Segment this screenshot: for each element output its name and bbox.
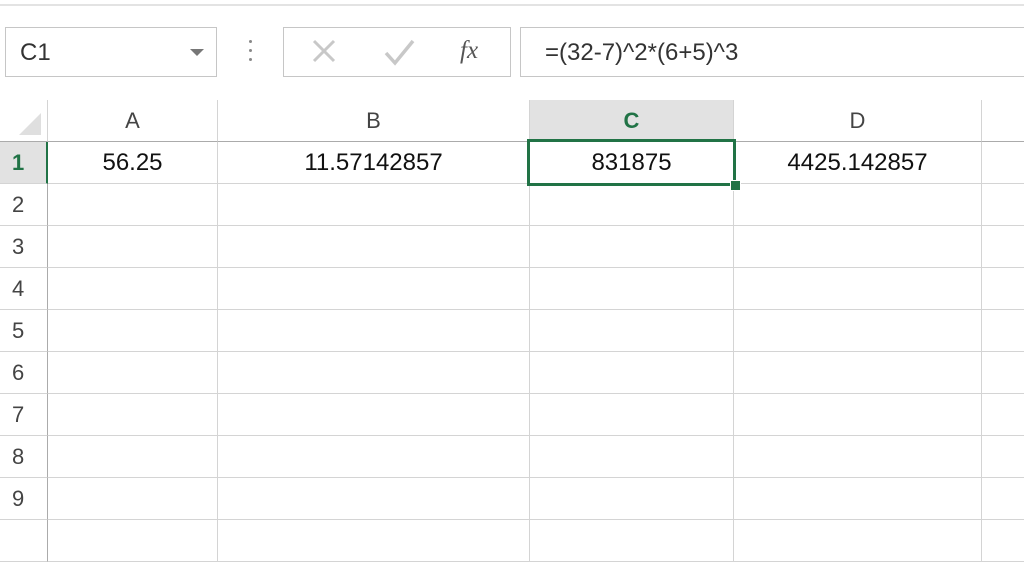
cell-b5[interactable]	[218, 310, 530, 352]
formula-bar-buttons: fx	[283, 27, 511, 77]
cell-c4[interactable]	[530, 268, 734, 310]
cell-b6[interactable]	[218, 352, 530, 394]
cell-e10[interactable]	[982, 520, 1024, 562]
cell-e6[interactable]	[982, 352, 1024, 394]
cell-c6[interactable]	[530, 352, 734, 394]
cell-b9[interactable]	[218, 478, 530, 520]
insert-function-icon[interactable]: fx	[460, 37, 478, 65]
row-header-3[interactable]: 3	[0, 226, 48, 268]
cell-b1[interactable]: 11.57142857	[218, 142, 530, 184]
name-box-value: C1	[20, 39, 51, 66]
cell-c5[interactable]	[530, 310, 734, 352]
cell-e1[interactable]	[982, 142, 1024, 184]
cell-b10[interactable]	[218, 520, 530, 562]
cell-d8[interactable]	[734, 436, 982, 478]
column-header-d[interactable]: D	[734, 100, 982, 142]
cell-e5[interactable]	[982, 310, 1024, 352]
chevron-down-icon[interactable]	[190, 49, 204, 56]
cell-a5[interactable]	[48, 310, 218, 352]
cell-d5[interactable]	[734, 310, 982, 352]
row-header-10[interactable]	[0, 520, 48, 562]
cell-a8[interactable]	[48, 436, 218, 478]
column-header-e[interactable]	[982, 100, 1024, 142]
row-header-1[interactable]: 1	[0, 142, 48, 184]
cell-e7[interactable]	[982, 394, 1024, 436]
cell-d2[interactable]	[734, 184, 982, 226]
select-all-button[interactable]	[0, 100, 48, 142]
cell-d9[interactable]	[734, 478, 982, 520]
cell-a4[interactable]	[48, 268, 218, 310]
column-header-a[interactable]: A	[48, 100, 218, 142]
column-header-c[interactable]: C	[530, 100, 734, 142]
formula-bar-resize-handle[interactable]	[244, 40, 256, 66]
cell-b4[interactable]	[218, 268, 530, 310]
cancel-icon[interactable]	[309, 36, 339, 66]
cell-e9[interactable]	[982, 478, 1024, 520]
worksheet-grid: A B C D 1 2 3 4 5 6 7 8 9 56.25 11.57142…	[0, 100, 1024, 562]
cell-d6[interactable]	[734, 352, 982, 394]
cell-e8[interactable]	[982, 436, 1024, 478]
row-header-9[interactable]: 9	[0, 478, 48, 520]
cell-d4[interactable]	[734, 268, 982, 310]
cell-a2[interactable]	[48, 184, 218, 226]
formula-input[interactable]: =(32-7)^2*(6+5)^3	[520, 27, 1024, 77]
cell-e4[interactable]	[982, 268, 1024, 310]
column-header-b[interactable]: B	[218, 100, 530, 142]
cell-b2[interactable]	[218, 184, 530, 226]
cell-e3[interactable]	[982, 226, 1024, 268]
cell-c10[interactable]	[530, 520, 734, 562]
cell-a10[interactable]	[48, 520, 218, 562]
cell-a9[interactable]	[48, 478, 218, 520]
enter-checkmark-icon[interactable]	[382, 36, 416, 68]
row-header-7[interactable]: 7	[0, 394, 48, 436]
cell-d1[interactable]: 4425.142857	[734, 142, 982, 184]
fill-handle[interactable]	[730, 180, 741, 191]
cell-d10[interactable]	[734, 520, 982, 562]
cell-c1[interactable]: 831875	[530, 142, 733, 183]
cell-d3[interactable]	[734, 226, 982, 268]
cell-b3[interactable]	[218, 226, 530, 268]
row-header-2[interactable]: 2	[0, 184, 48, 226]
cell-e2[interactable]	[982, 184, 1024, 226]
row-header-4[interactable]: 4	[0, 268, 48, 310]
cell-c7[interactable]	[530, 394, 734, 436]
row-header-8[interactable]: 8	[0, 436, 48, 478]
cell-b8[interactable]	[218, 436, 530, 478]
cell-a7[interactable]	[48, 394, 218, 436]
name-box[interactable]: C1	[5, 27, 217, 77]
cell-c8[interactable]	[530, 436, 734, 478]
cell-c3[interactable]	[530, 226, 734, 268]
cell-a3[interactable]	[48, 226, 218, 268]
cell-a6[interactable]	[48, 352, 218, 394]
cell-a1[interactable]: 56.25	[48, 142, 218, 184]
cell-c2[interactable]	[530, 184, 734, 226]
cell-b7[interactable]	[218, 394, 530, 436]
cell-d7[interactable]	[734, 394, 982, 436]
ribbon-bottom-edge	[0, 0, 1024, 6]
row-header-6[interactable]: 6	[0, 352, 48, 394]
row-header-5[interactable]: 5	[0, 310, 48, 352]
cell-c9[interactable]	[530, 478, 734, 520]
formula-text: =(32-7)^2*(6+5)^3	[545, 39, 739, 66]
